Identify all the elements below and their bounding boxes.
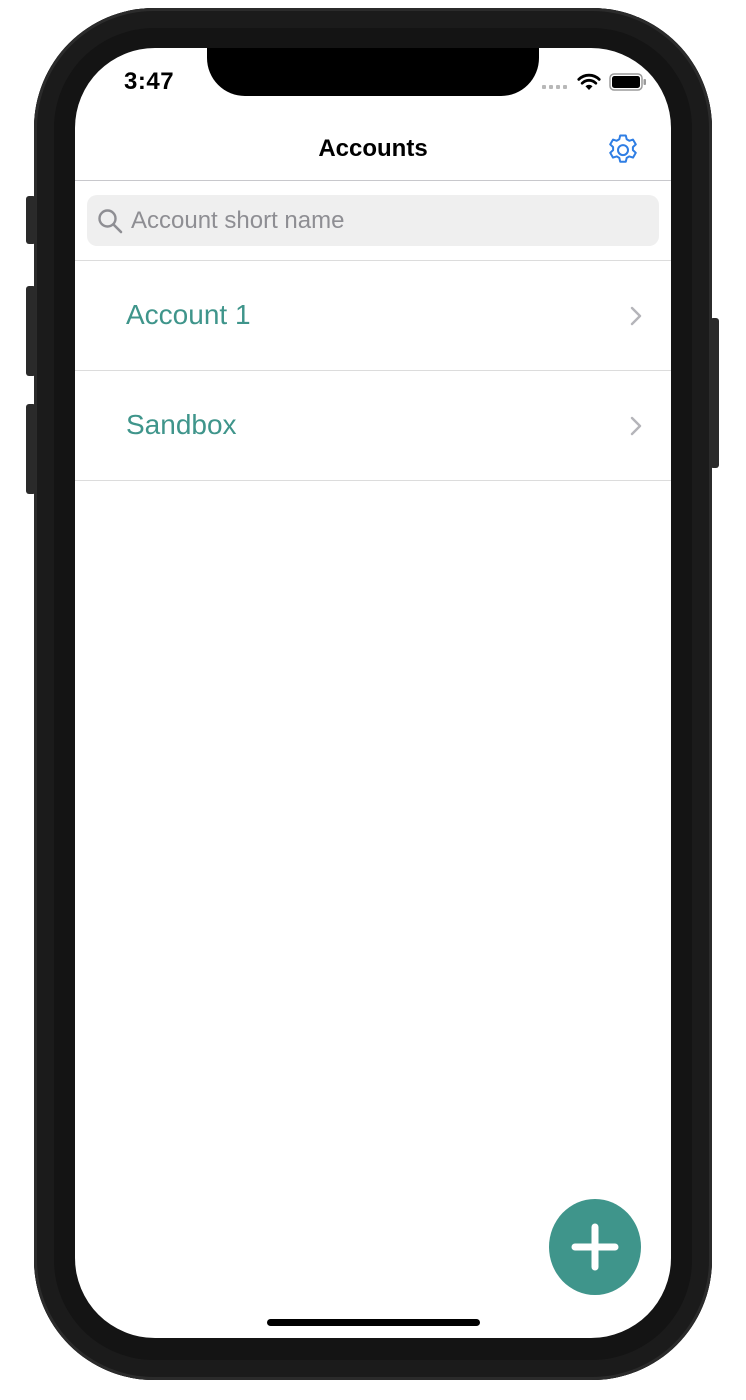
gear-icon bbox=[609, 134, 637, 163]
status-icons bbox=[542, 73, 647, 91]
navigation-bar: Accounts bbox=[75, 123, 671, 181]
list-item[interactable]: Account 1 bbox=[75, 261, 671, 371]
status-time: 3:47 bbox=[124, 68, 175, 95]
home-indicator[interactable] bbox=[267, 1319, 480, 1326]
volume-up-button bbox=[26, 286, 36, 376]
settings-button[interactable] bbox=[605, 132, 641, 168]
plus-icon bbox=[571, 1223, 619, 1271]
battery-icon bbox=[609, 73, 646, 91]
wifi-icon bbox=[577, 73, 601, 90]
chevron-right-icon bbox=[630, 306, 642, 326]
add-account-button[interactable] bbox=[549, 1199, 641, 1295]
power-button bbox=[710, 318, 719, 468]
page-title: Accounts bbox=[318, 135, 428, 162]
list-item-label: Account 1 bbox=[126, 299, 251, 330]
notch bbox=[207, 48, 539, 96]
chevron-right-icon bbox=[630, 416, 642, 436]
search-input[interactable] bbox=[131, 195, 647, 246]
volume-down-button bbox=[26, 404, 36, 494]
accounts-list: Account 1 Sandbox bbox=[75, 260, 671, 481]
signal-dots-icon bbox=[542, 85, 567, 89]
search-icon bbox=[98, 209, 123, 234]
silent-switch bbox=[26, 196, 36, 244]
screen: 3:47 Accounts Account short name Account… bbox=[75, 48, 671, 1338]
list-item-label: Sandbox bbox=[126, 409, 237, 440]
search-bar bbox=[87, 195, 659, 246]
list-item[interactable]: Sandbox bbox=[75, 371, 671, 481]
